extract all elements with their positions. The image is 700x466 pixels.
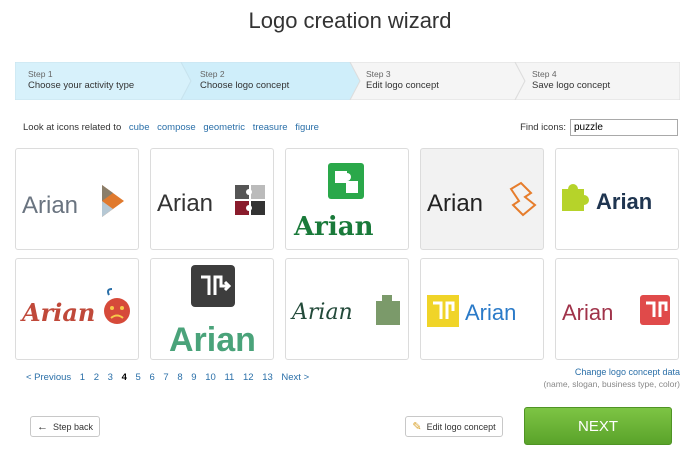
red-puzzle-icon (640, 295, 670, 325)
pager-page-13[interactable]: 13 (262, 372, 273, 383)
find-label: Find icons: (520, 122, 566, 133)
pager-page-8[interactable]: 8 (177, 372, 182, 383)
pencil-icon: ✎ (412, 421, 422, 433)
next-button[interactable]: NEXT (524, 407, 672, 445)
related-icons: Look at icons related to cube compose ge… (23, 122, 319, 133)
pager-previous[interactable]: < Previous (26, 372, 71, 383)
related-prefix: Look at icons related to (23, 122, 122, 133)
sad-face-icon (104, 288, 130, 324)
step-back-button[interactable]: ← Step back (30, 416, 100, 437)
step-back-label: Step back (52, 421, 94, 432)
logo-tile-9[interactable]: Arian (420, 258, 544, 360)
pager-page-7[interactable]: 7 (163, 372, 168, 383)
related-link-compose[interactable]: compose (157, 122, 196, 133)
pager-page-11[interactable]: 11 (224, 372, 234, 383)
logo-tile-10[interactable]: Arian (555, 258, 679, 360)
find-icons: Find icons: (520, 119, 678, 136)
orange-puzzle-outline-icon (509, 181, 537, 217)
pager-page-3[interactable]: 3 (108, 372, 113, 383)
logo-text: Arian (22, 192, 78, 219)
logo-tile-1[interactable]: Arian (15, 148, 139, 250)
logo-tile-5[interactable]: Arian (555, 148, 679, 250)
find-icons-input[interactable] (570, 119, 678, 136)
logo-text: Arian (169, 321, 256, 359)
logo-tile-7[interactable]: Arian (150, 258, 274, 360)
step-1-number: Step 1 (28, 69, 53, 79)
pager-next[interactable]: Next > (281, 372, 309, 383)
step-2[interactable]: Step 2 Choose logo concept (200, 68, 289, 92)
step-3-number: Step 3 (366, 69, 391, 79)
logo-tile-2[interactable]: Arian (150, 148, 274, 250)
edit-logo-label: Edit logo concept (426, 421, 496, 432)
pager-page-9[interactable]: 9 (191, 372, 196, 383)
logo-tile-4-selected[interactable]: Arian (420, 148, 544, 250)
step-1[interactable]: Step 1 Choose your activity type (28, 68, 134, 92)
arrow-puzzle-icon (191, 265, 235, 307)
logo-text: Arian (562, 300, 613, 325)
pager-page-2[interactable]: 2 (94, 372, 99, 383)
step-1-label: Choose your activity type (28, 80, 135, 91)
related-link-treasure[interactable]: treasure (253, 122, 288, 133)
lime-puzzle-icon (562, 184, 589, 211)
page-title: Logo creation wizard (248, 8, 452, 33)
logo-text: Arian (427, 190, 483, 217)
arrow-left-icon: ← (36, 420, 48, 433)
pager-page-10[interactable]: 10 (205, 372, 216, 383)
logo-text: Arian (596, 189, 652, 214)
step-4[interactable]: Step 4 Save logo concept (532, 68, 610, 92)
pager-page-5[interactable]: 5 (136, 372, 141, 383)
play-triangle-icon (102, 185, 124, 217)
pager-page-6[interactable]: 6 (149, 372, 154, 383)
step-3[interactable]: Step 3 Edit logo concept (366, 68, 439, 92)
step-2-label: Choose logo concept (200, 80, 290, 91)
step-4-number: Step 4 (532, 69, 557, 79)
pager-page-4-current: 4 (121, 372, 127, 383)
logo-text: Arian (20, 298, 95, 327)
logo-text: Arian (290, 300, 353, 325)
logo-tile-3[interactable]: Arian (285, 148, 409, 250)
logo-tile-8[interactable]: Arian (285, 258, 409, 360)
puzzle-squares-icon (235, 185, 265, 215)
logo-text: Arian (157, 190, 213, 217)
step-2-number: Step 2 (200, 69, 225, 79)
change-concept-hint: (name, slogan, business type, color) (543, 379, 680, 389)
pager-page-1[interactable]: 1 (80, 372, 85, 383)
wizard-steps: Step 1 Choose your activity type Step 2 … (15, 62, 680, 100)
related-link-figure[interactable]: figure (295, 122, 319, 133)
step-3-label: Edit logo concept (366, 80, 439, 91)
edit-logo-concept-button[interactable]: ✎ Edit logo concept (405, 416, 503, 437)
logo-text: Arian (465, 300, 516, 325)
yellow-puzzle-icon (427, 295, 459, 327)
related-link-geometric[interactable]: geometric (203, 122, 245, 133)
related-link-cube[interactable]: cube (129, 122, 150, 133)
green-puzzle-piece-icon (376, 295, 400, 325)
logo-text: Arian (293, 212, 374, 242)
green-puzzle-icon (328, 163, 364, 199)
pagination: < Previous 1 2 3 4 5 6 7 8 9 10 11 12 13… (26, 372, 315, 383)
logo-tile-6[interactable]: Arian (15, 258, 139, 360)
step-4-label: Save logo concept (532, 80, 611, 91)
pager-page-12[interactable]: 12 (243, 372, 254, 383)
change-concept-link[interactable]: Change logo concept data (575, 367, 680, 377)
